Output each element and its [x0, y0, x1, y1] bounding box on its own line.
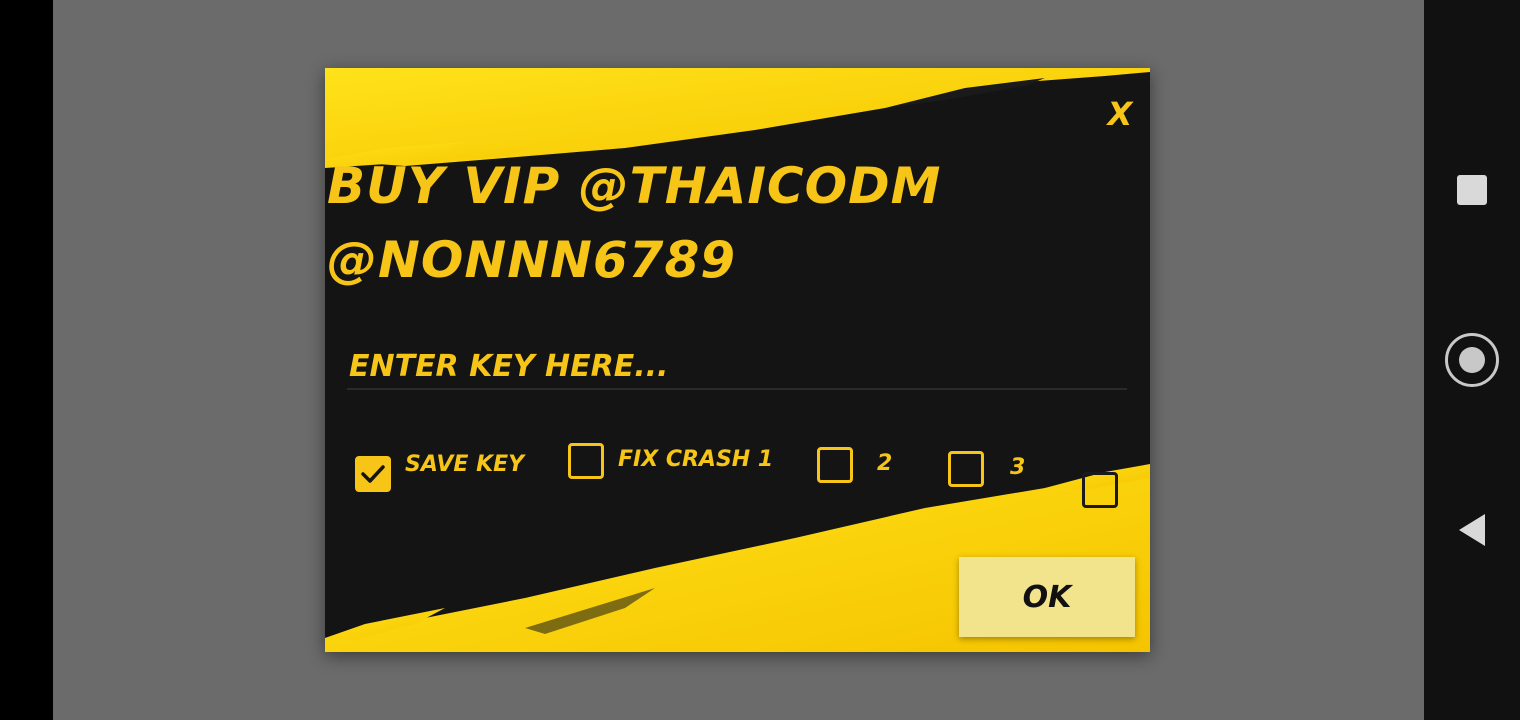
checkmark-icon — [361, 465, 385, 483]
recents-square-icon — [1457, 175, 1487, 205]
close-button[interactable]: X — [1100, 95, 1140, 133]
home-circle-icon — [1445, 333, 1499, 387]
fix-crash-1-checkbox[interactable]: FIX CRASH 1 — [568, 443, 773, 479]
checkbox-box[interactable] — [568, 443, 604, 479]
save-key-label: SAVE KEY — [405, 452, 525, 477]
option-2-checkbox[interactable]: 2 — [817, 447, 892, 483]
title-line-2: @NONNN6789 — [327, 231, 737, 289]
title-line-1: BUY VIP @THAICODM — [327, 157, 942, 215]
checkbox-box[interactable] — [1082, 472, 1118, 508]
ok-button-label: OK — [1022, 579, 1072, 615]
fix-crash-1-label: FIX CRASH 1 — [618, 447, 774, 472]
checkbox-box[interactable] — [355, 456, 391, 492]
option-4-checkbox[interactable] — [1082, 472, 1118, 508]
close-icon: X — [1107, 95, 1133, 133]
checkbox-box[interactable] — [817, 447, 853, 483]
left-edge-bar — [0, 0, 53, 720]
vip-key-dialog: X BUY VIP @THAICODM @NONNN6789 SAVE KEY … — [325, 68, 1150, 652]
ok-button[interactable]: OK — [959, 557, 1135, 637]
option-2-label: 2 — [877, 451, 893, 476]
checkbox-box[interactable] — [948, 451, 984, 487]
save-key-checkbox[interactable]: SAVE KEY — [355, 452, 524, 492]
key-input[interactable] — [347, 344, 1127, 390]
option-3-label: 3 — [1010, 455, 1026, 480]
android-nav-bar — [1424, 0, 1520, 720]
option-3-checkbox[interactable]: 3 — [948, 451, 1025, 487]
home-button[interactable] — [1424, 325, 1520, 395]
recents-button[interactable] — [1424, 160, 1520, 220]
back-button[interactable] — [1424, 500, 1520, 560]
back-triangle-icon — [1459, 514, 1485, 546]
